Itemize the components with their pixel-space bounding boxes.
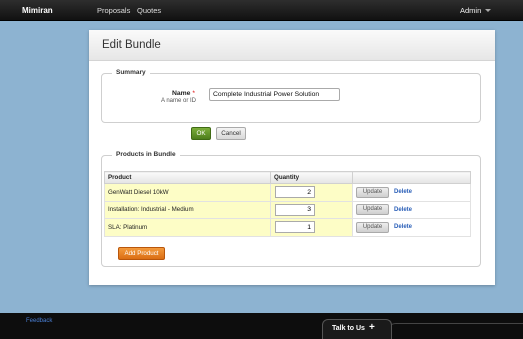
product-name: GenWatt Diesel 10kW — [104, 183, 271, 202]
summary-legend: Summary — [112, 69, 150, 76]
cancel-button[interactable]: Cancel — [216, 127, 246, 140]
actions-cell: Update Delete — [352, 183, 471, 202]
plus-icon: + — [369, 322, 375, 333]
update-button[interactable]: Update — [356, 204, 389, 216]
quantity-cell — [270, 218, 353, 237]
ok-button[interactable]: OK — [191, 127, 211, 140]
delete-link[interactable]: Delete — [394, 207, 412, 213]
admin-menu[interactable]: Admin — [460, 6, 481, 15]
name-hint: A name or ID — [160, 98, 196, 104]
footer-tab-edge — [386, 323, 523, 339]
column-header-quantity: Quantity — [270, 171, 353, 184]
nav-quotes[interactable]: Quotes — [137, 6, 161, 15]
product-name: SLA: Platinum — [104, 218, 271, 237]
required-mark: * — [192, 90, 195, 97]
update-button[interactable]: Update — [356, 221, 389, 233]
products-table: Product Quantity GenWatt Diesel 10kW Upd… — [104, 171, 471, 237]
feedback-link[interactable]: Feedback — [26, 318, 52, 324]
table-row: GenWatt Diesel 10kW Update Delete — [104, 183, 471, 202]
update-button[interactable]: Update — [356, 186, 389, 198]
quantity-cell — [270, 183, 353, 202]
column-header-product: Product — [104, 171, 271, 184]
product-name: Installation: Industrial - Medium — [104, 200, 271, 219]
summary-fieldset: Summary Name * A name or ID — [101, 69, 481, 123]
column-header-actions — [352, 171, 471, 184]
add-product-button[interactable]: Add Product — [118, 247, 165, 260]
products-fieldset: Products in Bundle Product Quantity GenW… — [101, 151, 481, 267]
quantity-cell — [270, 200, 353, 219]
actions-cell: Update Delete — [352, 218, 471, 237]
table-header-row: Product Quantity — [104, 171, 471, 184]
panel-header: Edit Bundle — [89, 30, 495, 61]
products-legend: Products in Bundle — [112, 151, 180, 158]
nav-proposals[interactable]: Proposals — [97, 6, 130, 15]
footer-bar: Feedback Talk to Us + — [0, 313, 523, 339]
quantity-input[interactable] — [275, 203, 315, 216]
talk-to-us-tab[interactable]: Talk to Us + — [322, 319, 392, 339]
talk-to-us-label: Talk to Us — [332, 325, 365, 332]
delete-link[interactable]: Delete — [394, 189, 412, 195]
name-label: Name * — [161, 90, 195, 97]
name-input[interactable] — [209, 88, 340, 101]
table-row: Installation: Industrial - Medium Update… — [104, 200, 471, 219]
name-label-text: Name — [171, 90, 191, 97]
brand-logo[interactable]: Mimiran — [22, 6, 53, 15]
table-row: SLA: Platinum Update Delete — [104, 218, 471, 237]
quantity-input[interactable] — [275, 221, 315, 234]
delete-link[interactable]: Delete — [394, 224, 412, 230]
chevron-down-icon[interactable] — [485, 9, 491, 12]
edit-bundle-panel: Edit Bundle Summary Name * A name or ID … — [89, 30, 495, 285]
actions-cell: Update Delete — [352, 200, 471, 219]
quantity-input[interactable] — [275, 186, 315, 199]
top-navbar: Mimiran Proposals Quotes Admin — [0, 0, 523, 21]
page-title: Edit Bundle — [102, 39, 161, 51]
